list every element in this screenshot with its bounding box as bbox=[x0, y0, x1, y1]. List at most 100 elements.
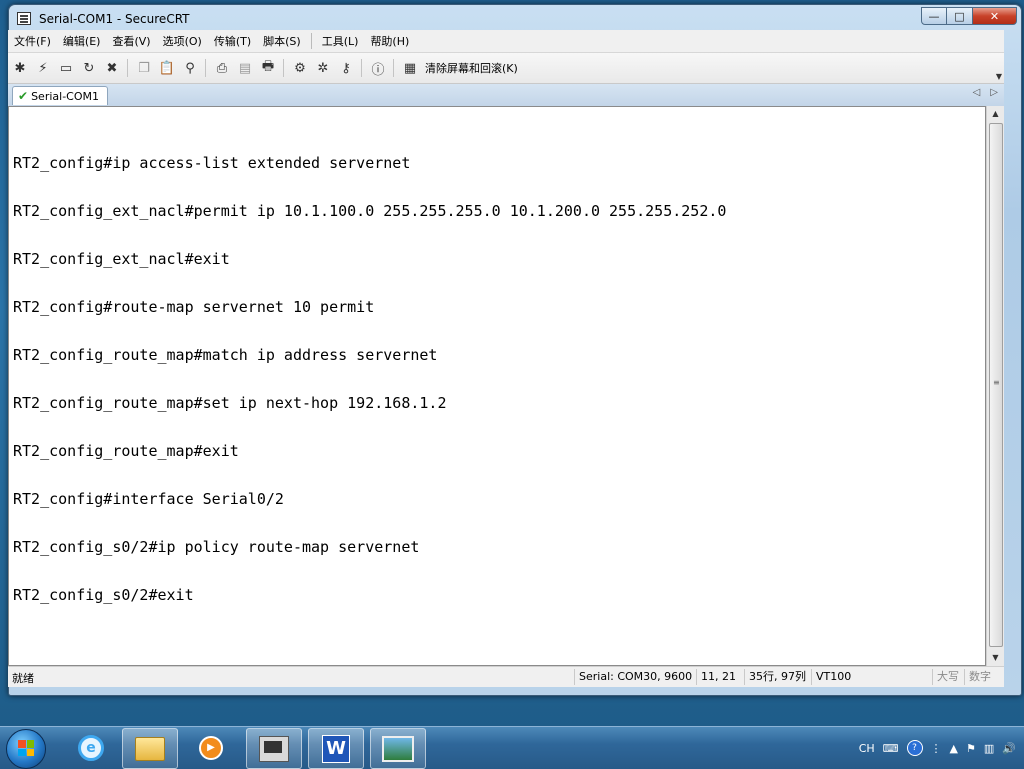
vertical-scrollbar[interactable]: ▲ ≡ ▼ bbox=[986, 106, 1004, 666]
scrollbar-thumb[interactable]: ≡ bbox=[989, 123, 1003, 647]
connected-check-icon: ✔ bbox=[18, 89, 29, 103]
start-button[interactable] bbox=[6, 729, 46, 769]
keymap-icon[interactable]: ⚷ bbox=[335, 57, 357, 79]
status-emulation: VT100 bbox=[811, 669, 855, 685]
terminal-line: RT2_config#ip access-list extended serve… bbox=[13, 154, 411, 172]
print-selection-icon[interactable]: ▤ bbox=[234, 57, 256, 79]
help-icon[interactable]: ⓘ bbox=[367, 57, 389, 79]
close-button[interactable]: ✕ bbox=[973, 7, 1017, 25]
toolbar-separator bbox=[283, 59, 284, 77]
disconnect-icon[interactable]: ✖ bbox=[101, 57, 123, 79]
session-options-icon[interactable]: ⚙ bbox=[289, 57, 311, 79]
clear-screen-icon[interactable]: ▦ bbox=[399, 57, 421, 79]
volume-icon[interactable]: 🔊 bbox=[1002, 742, 1016, 755]
taskbar: e ▶ W CH ⌨ ? ⋮ ▲ ⚑ ▥ 🔊 bbox=[0, 726, 1024, 769]
status-caps-lock: 大写 bbox=[932, 669, 963, 685]
status-num-lock: 数字 bbox=[964, 669, 995, 685]
scrollbar-grip-icon: ≡ bbox=[993, 378, 1000, 387]
toolbar-separator bbox=[361, 59, 362, 77]
action-center-flag-icon[interactable]: ⚑ bbox=[966, 742, 976, 755]
taskbar-ie[interactable]: e bbox=[64, 728, 118, 767]
minimize-icon: — bbox=[928, 9, 940, 23]
taskbar-explorer[interactable] bbox=[122, 728, 178, 769]
tab-scroll-arrows: ◁ ▷ bbox=[973, 87, 998, 98]
printer-icon[interactable]: 🖶 bbox=[257, 57, 279, 79]
windows-logo-icon bbox=[18, 740, 34, 756]
scroll-up-icon[interactable]: ▲ bbox=[987, 106, 1004, 122]
reconnect-icon[interactable]: ↻ bbox=[78, 57, 100, 79]
show-hidden-icons-icon[interactable]: ▲ bbox=[950, 742, 958, 755]
terminal-line: RT2_config#interface Serial0/2 bbox=[13, 490, 284, 508]
wps-writer-icon: W bbox=[322, 734, 350, 763]
securecrt-icon bbox=[259, 735, 289, 762]
close-icon: ✕ bbox=[989, 9, 1000, 23]
media-player-icon: ▶ bbox=[199, 735, 223, 760]
menu-tools[interactable]: 工具(L) bbox=[316, 33, 365, 49]
connect-icon[interactable]: ✱ bbox=[9, 57, 31, 79]
terminal-line: RT2_config_s0/2#ip policy route-map serv… bbox=[13, 538, 420, 556]
paste-icon[interactable]: 📋 bbox=[156, 57, 178, 79]
terminal-line: RT2_config_route_map#match ip address se… bbox=[13, 346, 438, 364]
terminal-view[interactable]: RT2_config#ip access-list extended serve… bbox=[8, 106, 986, 666]
taskbar-securecrt[interactable] bbox=[246, 728, 302, 769]
minimize-button[interactable]: — bbox=[921, 7, 947, 25]
taskbar-wps-writer[interactable]: W bbox=[308, 728, 364, 769]
tab-bar: ✔ Serial-COM1 ◁ ▷ bbox=[8, 84, 1004, 106]
tab-serial-com1[interactable]: ✔ Serial-COM1 bbox=[12, 86, 108, 105]
folder-icon bbox=[135, 736, 165, 761]
status-ready: 就绪 bbox=[12, 672, 34, 685]
input-options-icon[interactable]: ⋮ bbox=[931, 742, 942, 755]
menu-options[interactable]: 选项(O) bbox=[157, 33, 208, 49]
tab-scroll-left-icon[interactable]: ◁ bbox=[973, 87, 981, 98]
caption-buttons: — □ ✕ bbox=[921, 7, 1017, 27]
tab-label: Serial-COM1 bbox=[31, 89, 99, 103]
quick-connect-icon[interactable]: ⚡ bbox=[32, 57, 54, 79]
toolbar-overflow-icon[interactable]: ▼ bbox=[996, 72, 1002, 81]
status-terminal-size: 35行, 97列 bbox=[744, 669, 810, 685]
menu-edit[interactable]: 编辑(E) bbox=[57, 33, 107, 49]
menu-transfer[interactable]: 传输(T) bbox=[208, 33, 257, 49]
terminal-output: RT2_config#ip access-list extended serve… bbox=[13, 123, 726, 635]
toolbar-separator bbox=[393, 59, 394, 77]
status-connection: Serial: COM30, 9600 bbox=[574, 669, 696, 685]
keyboard-icon[interactable]: ⌨ bbox=[883, 742, 899, 755]
securecrt-app-icon[interactable] bbox=[17, 12, 31, 25]
menu-file[interactable]: 文件(F) bbox=[8, 33, 57, 49]
terminal-line: RT2_config#route-map servernet 10 permit bbox=[13, 298, 375, 316]
menu-separator bbox=[310, 33, 312, 49]
print-screen-icon[interactable]: ⎙ bbox=[211, 57, 233, 79]
toolbar: ✱ ⚡ ▭ ↻ ✖ ❐ 📋 ⚲ ⎙ ▤ 🖶 ⚙ ✲ ⚷ ⓘ ▦ 清除屏幕和回滚(… bbox=[8, 53, 1004, 84]
window-title: Serial-COM1 - SecureCRT bbox=[39, 12, 190, 26]
system-tray: CH ⌨ ? ⋮ ▲ ⚑ ▥ 🔊 bbox=[859, 737, 1016, 759]
scroll-down-icon[interactable]: ▼ bbox=[987, 650, 1004, 666]
find-icon[interactable]: ⚲ bbox=[179, 57, 201, 79]
toolbar-separator bbox=[127, 59, 128, 77]
menu-help[interactable]: 帮助(H) bbox=[364, 33, 415, 49]
terminal-line: RT2_config_s0/2#exit bbox=[13, 586, 194, 604]
toolbar-separator bbox=[205, 59, 206, 77]
help-tray-icon[interactable]: ? bbox=[906, 740, 923, 756]
menu-bar: 文件(F) 编辑(E) 查看(V) 选项(O) 传输(T) 脚本(S) 工具(L… bbox=[8, 30, 1004, 53]
connect-in-tab-icon[interactable]: ▭ bbox=[55, 57, 77, 79]
taskbar-photo-viewer[interactable] bbox=[370, 728, 426, 769]
terminal-line: RT2_config_route_map#exit bbox=[13, 442, 239, 460]
network-icon[interactable]: ▥ bbox=[984, 742, 994, 755]
status-bar: 就绪 Serial: COM30, 9600 11, 21 35行, 97列 V… bbox=[8, 666, 1004, 687]
clear-screen-button-label[interactable]: 清除屏幕和回滚(K) bbox=[425, 60, 518, 76]
terminal-line: RT2_config_route_map#set ip next-hop 192… bbox=[13, 394, 447, 412]
menu-script[interactable]: 脚本(S) bbox=[257, 33, 307, 49]
status-cursor-position: 11, 21 bbox=[696, 669, 740, 685]
photo-viewer-icon bbox=[382, 735, 414, 762]
terminal-line: RT2_config_ext_nacl#exit bbox=[13, 250, 230, 268]
title-bar[interactable]: Serial-COM1 - SecureCRT — □ ✕ bbox=[9, 5, 1021, 33]
maximize-icon: □ bbox=[954, 9, 965, 23]
input-language[interactable]: CH bbox=[859, 742, 875, 755]
maximize-button[interactable]: □ bbox=[947, 7, 973, 25]
tab-scroll-right-icon[interactable]: ▷ bbox=[990, 87, 998, 98]
internet-explorer-icon: e bbox=[78, 734, 104, 761]
terminal-line: RT2_config_ext_nacl#permit ip 10.1.100.0… bbox=[13, 202, 727, 220]
menu-view[interactable]: 查看(V) bbox=[106, 33, 156, 49]
global-options-icon[interactable]: ✲ bbox=[312, 57, 334, 79]
taskbar-media-player[interactable]: ▶ bbox=[184, 728, 238, 767]
copy-icon[interactable]: ❐ bbox=[133, 57, 155, 79]
